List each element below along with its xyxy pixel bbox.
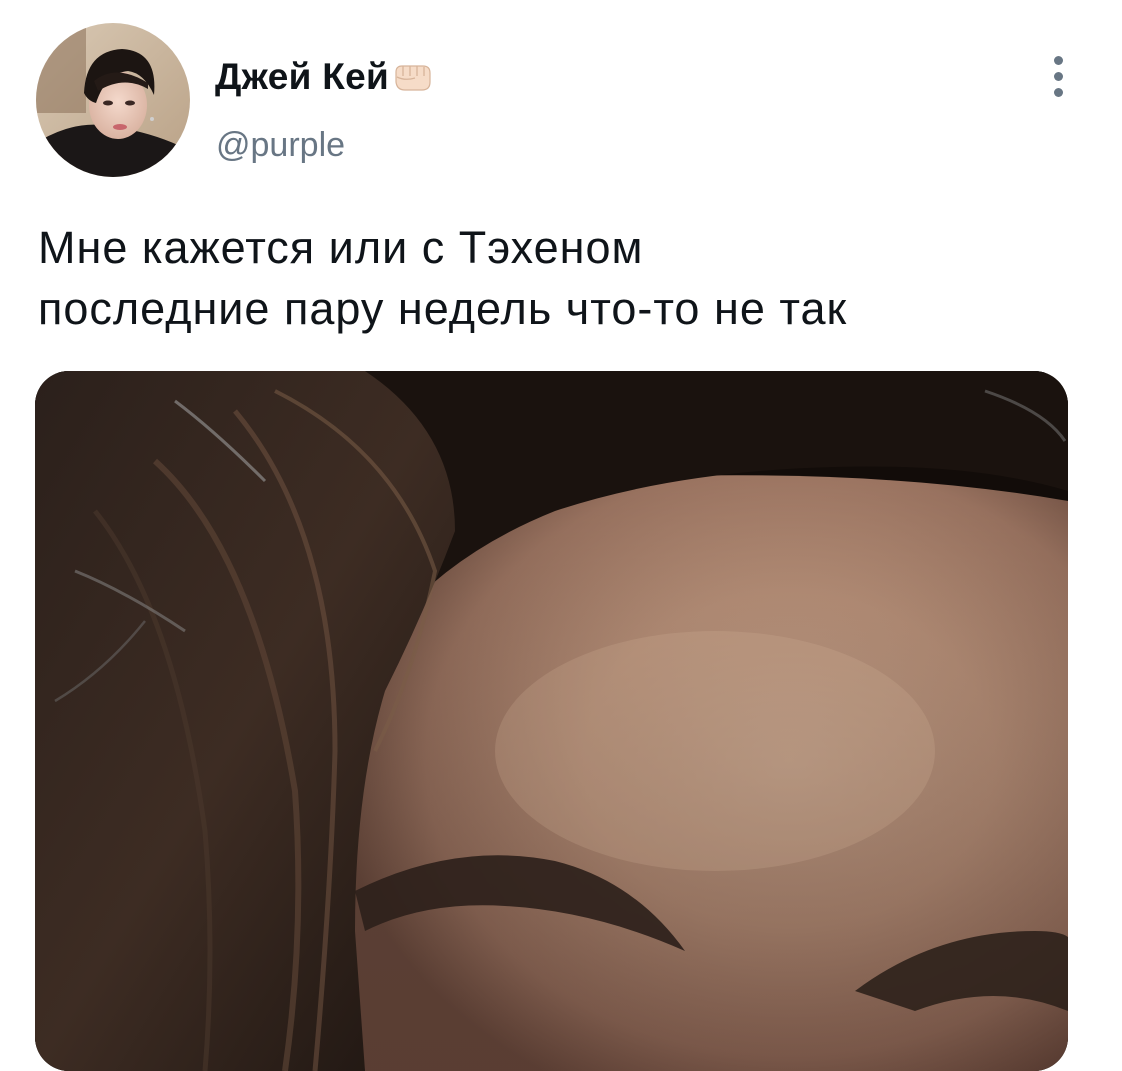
avatar[interactable] <box>36 23 190 177</box>
display-name-text: Джей Кей <box>215 55 390 97</box>
tweet-text-line-2: последние пару недель что-то не так <box>38 283 848 334</box>
tweet-text: Мне кажется или с Тэхеном последние пару… <box>38 217 1088 339</box>
more-vertical-icon-dot-2 <box>1053 71 1063 81</box>
display-name[interactable]: Джей Кей <box>215 52 433 100</box>
tweet-card: Джей Кей @purple Мне кажется или с Тэхен… <box>0 0 1122 1071</box>
handle[interactable]: @purple <box>216 128 345 162</box>
more-vertical-icon-dot-3 <box>1053 87 1063 97</box>
more-options-button[interactable] <box>1036 52 1080 100</box>
tweet-text-line-1: Мне кажется или с Тэхеном <box>38 222 644 273</box>
avatar-photo <box>36 23 190 177</box>
more-vertical-icon <box>1053 55 1063 65</box>
fist-icon <box>393 60 433 96</box>
tweet-media-photo[interactable] <box>35 371 1068 1071</box>
photo-forehead-closeup <box>35 371 1068 1071</box>
